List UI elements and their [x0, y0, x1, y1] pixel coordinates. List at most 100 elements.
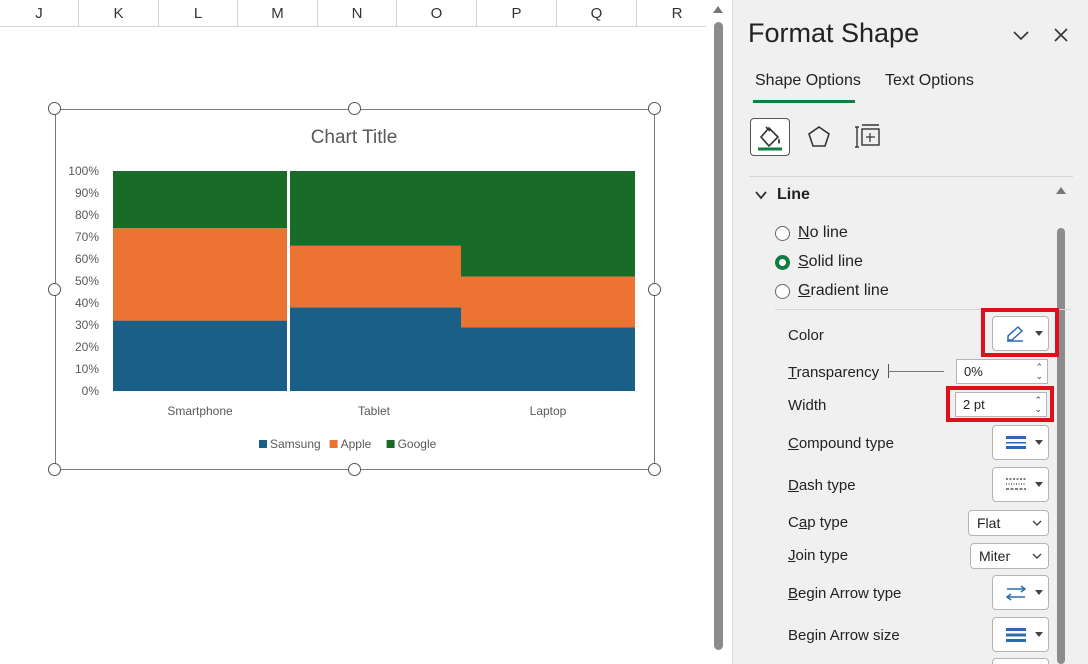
bar-segment[interactable]	[113, 228, 287, 321]
transparency-slider[interactable]	[888, 371, 944, 372]
gradient-line-option[interactable]: Gradient line	[775, 282, 889, 300]
chart-area[interactable]: Chart Title 0% 10% 20% 30% 40% 50% 60% 70% 80% 90…	[55, 109, 655, 470]
bar-segment[interactable]	[113, 171, 287, 229]
radio-label: Solid line	[798, 253, 863, 270]
legend-label[interactable]: Google	[398, 437, 437, 451]
bar-segment[interactable]	[461, 327, 635, 391]
column-header-l[interactable]: L	[159, 0, 238, 27]
next-property-dropdown[interactable]	[992, 658, 1049, 664]
cap-type-value: Flat	[977, 515, 1001, 531]
line-section-header[interactable]: Line	[755, 186, 810, 204]
tab-shape-options[interactable]: Shape Options	[755, 72, 861, 90]
close-icon[interactable]	[1051, 25, 1071, 45]
y-tick-label[interactable]: 100%	[68, 164, 99, 178]
section-divider	[749, 176, 1073, 177]
y-tick-label[interactable]: 30%	[75, 318, 99, 332]
bar-segment[interactable]	[290, 171, 461, 246]
spinner-arrows[interactable]: ⌃ ⌄	[1035, 362, 1043, 380]
radio-label: No line	[798, 224, 848, 241]
effects-pentagon-icon[interactable]	[799, 118, 839, 156]
cap-type-label: Cap type	[788, 514, 849, 531]
radio-button[interactable]	[775, 254, 790, 270]
fill-line-icon[interactable]	[750, 118, 790, 156]
legend-swatch[interactable]	[329, 440, 338, 448]
y-tick-label[interactable]: 80%	[75, 208, 99, 222]
y-tick-label[interactable]: 20%	[75, 340, 99, 354]
transparency-spinner[interactable]: 0% ⌃ ⌄	[956, 359, 1048, 384]
bar-segment[interactable]	[461, 171, 635, 277]
transparency-value[interactable]: 0%	[964, 364, 983, 379]
y-tick-label[interactable]: 90%	[75, 186, 99, 200]
column-header-o[interactable]: O	[397, 0, 477, 27]
plot-area[interactable]	[113, 171, 635, 391]
legend[interactable]: Samsung Apple Google	[259, 437, 437, 451]
compound-lines-icon	[1006, 435, 1026, 449]
column-header-p[interactable]: P	[477, 0, 557, 27]
pane-title: Format Shape	[748, 18, 920, 48]
resize-handle-top-left[interactable]	[48, 102, 61, 115]
compound-type-dropdown[interactable]	[992, 425, 1049, 460]
x-tick-label[interactable]: Laptop	[530, 404, 567, 418]
legend-swatch[interactable]	[259, 440, 267, 448]
y-tick-label[interactable]: 40%	[75, 296, 99, 310]
radio-button[interactable]	[775, 225, 790, 241]
no-line-option[interactable]: No line	[775, 224, 848, 242]
cap-type-dropdown[interactable]: Flat	[968, 510, 1049, 536]
active-tab-indicator	[753, 100, 855, 103]
join-type-dropdown[interactable]: Miter	[970, 543, 1049, 569]
x-axis[interactable]: Smartphone Tablet Laptop	[167, 404, 566, 418]
y-axis[interactable]: 0% 10% 20% 30% 40% 50% 60% 70% 80% 90% 100%	[68, 164, 99, 398]
legend-swatch[interactable]	[386, 440, 395, 448]
resize-handle-bottom-left[interactable]	[48, 463, 61, 476]
size-properties-icon[interactable]	[849, 118, 889, 156]
begin-arrow-size-dropdown[interactable]	[992, 617, 1049, 652]
worksheet[interactable]: J K L M N O P Q R Chart Title 0% 10% 20% 30…	[0, 0, 706, 664]
bar-segment[interactable]	[113, 320, 287, 391]
bar-segment[interactable]	[290, 245, 461, 308]
tab-text-options[interactable]: Text Options	[885, 72, 974, 90]
sheet-scroll-up-arrow[interactable]	[713, 6, 723, 13]
column-header-row: J K L M N O P Q R	[0, 0, 706, 27]
y-tick-label[interactable]: 10%	[75, 362, 99, 376]
chevron-down-icon[interactable]	[1011, 25, 1031, 45]
column-header-r[interactable]: R	[637, 0, 706, 27]
column-header-q[interactable]: Q	[557, 0, 637, 27]
begin-arrow-type-dropdown[interactable]	[992, 575, 1049, 610]
pane-scroll-up-arrow[interactable]	[1056, 187, 1066, 194]
chevron-down-icon	[755, 191, 767, 200]
chevron-down-icon	[1035, 590, 1043, 595]
column-header-n[interactable]: N	[318, 0, 397, 27]
column-header-k[interactable]: K	[79, 0, 159, 27]
mekko-chart[interactable]: Chart Title 0% 10% 20% 30% 40% 50% 60% 70% 80% 90…	[56, 110, 654, 469]
bar-segment[interactable]	[290, 307, 461, 391]
resize-handle-bottom[interactable]	[348, 463, 361, 476]
dash-type-dropdown[interactable]	[992, 467, 1049, 502]
legend-label[interactable]: Samsung	[270, 437, 321, 451]
pane-vertical-scrollbar[interactable]	[1057, 228, 1065, 664]
radio-button[interactable]	[775, 283, 790, 299]
resize-handle-top-right[interactable]	[648, 102, 661, 115]
y-tick-label[interactable]: 0%	[82, 384, 100, 398]
chevron-down-icon	[1035, 632, 1043, 637]
y-tick-label[interactable]: 50%	[75, 274, 99, 288]
column-header-m[interactable]: M	[238, 0, 318, 27]
y-tick-label[interactable]: 60%	[75, 252, 99, 266]
resize-handle-bottom-right[interactable]	[648, 463, 661, 476]
chevron-down-icon	[1035, 440, 1043, 445]
solid-line-option[interactable]: Solid line	[775, 253, 863, 271]
chevron-down-icon	[1032, 520, 1042, 526]
resize-handle-left[interactable]	[48, 283, 61, 296]
x-tick-label[interactable]: Tablet	[358, 404, 391, 418]
legend-label[interactable]: Apple	[341, 437, 372, 451]
x-tick-label[interactable]: Smartphone	[167, 404, 233, 418]
resize-handle-top[interactable]	[348, 102, 361, 115]
bar-segment[interactable]	[461, 276, 635, 328]
arrow-size-icon	[1006, 627, 1026, 642]
join-type-value: Miter	[979, 548, 1011, 564]
resize-handle-right[interactable]	[648, 283, 661, 296]
chart-title[interactable]: Chart Title	[311, 127, 398, 148]
compound-type-label: Compound type	[788, 435, 894, 452]
y-tick-label[interactable]: 70%	[75, 230, 99, 244]
column-header-j[interactable]: J	[0, 0, 79, 27]
sheet-vertical-scrollbar[interactable]	[714, 22, 723, 650]
